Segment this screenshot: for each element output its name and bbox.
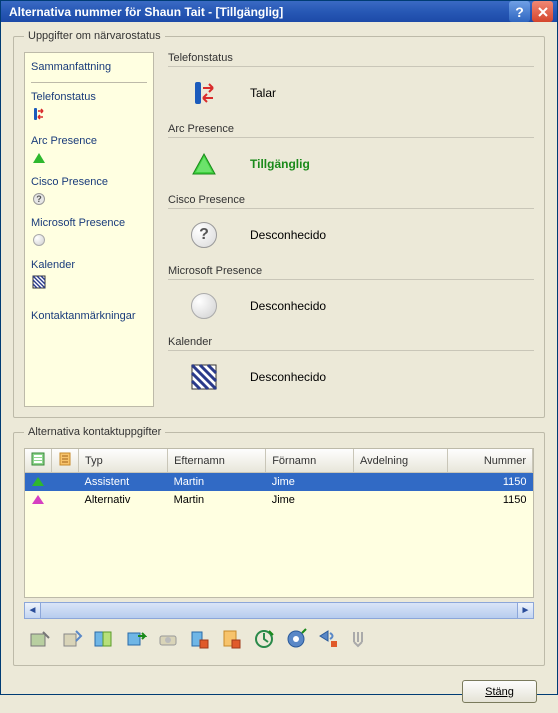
help-button[interactable]: ? xyxy=(509,1,530,22)
microsoft-group-label: Microsoft Presence xyxy=(168,265,534,277)
presence-details: Telefonstatus Talar xyxy=(164,52,534,407)
tool-icon-9[interactable] xyxy=(284,627,308,651)
kalender-icon xyxy=(31,274,47,290)
close-button[interactable]: Stäng xyxy=(462,680,537,703)
close-window-button[interactable] xyxy=(532,1,553,22)
alt-contacts-table: Typ Efternamn Förnamn Avdelning Nummer A… xyxy=(25,449,533,509)
sidebar-item-notes[interactable]: Kontaktanmärkningar xyxy=(31,310,147,322)
row-avdelning xyxy=(353,473,447,491)
sidebar-summary-item[interactable]: Sammanfattning xyxy=(31,61,147,73)
tool-icon-6[interactable] xyxy=(188,627,212,651)
row-nummer: 1150 xyxy=(448,473,533,491)
presence-group-label: Uppgifter om närvarostatus xyxy=(24,30,165,42)
row-avdelning xyxy=(353,491,447,509)
alt-contacts-table-wrap: Typ Efternamn Förnamn Avdelning Nummer A… xyxy=(24,448,534,598)
titlebar: Alternativa nummer för Shaun Tait - [Til… xyxy=(1,1,557,22)
tool-icon-7[interactable] xyxy=(220,627,244,651)
window-title: Alternativa nummer för Shaun Tait - [Til… xyxy=(9,5,507,19)
scroll-track[interactable] xyxy=(41,602,517,619)
row-presence-icon xyxy=(25,491,52,509)
tool-icon-8[interactable] xyxy=(252,627,276,651)
microsoft-presence-icon xyxy=(31,232,47,248)
row-nummer: 1150 xyxy=(448,491,533,509)
col-icon2[interactable] xyxy=(52,449,79,473)
sidebar-item-arc[interactable]: Arc Presence xyxy=(31,135,147,147)
alt-contacts-group: Alternativa kontaktuppgifter Typ Efte xyxy=(13,426,545,666)
tool-icon-4[interactable] xyxy=(124,627,148,651)
cisco-big-icon: ? xyxy=(188,219,220,251)
col-icon1[interactable] xyxy=(25,449,52,473)
row-note-icon xyxy=(52,491,79,509)
sidebar-item-telefonstatus[interactable]: Telefonstatus xyxy=(31,91,147,103)
col-efternamn[interactable]: Efternamn xyxy=(168,449,266,473)
kalender-big-icon xyxy=(188,361,220,393)
row-efternamn: Martin xyxy=(168,491,266,509)
row-fornamn: Jime xyxy=(266,491,354,509)
scroll-left-button[interactable]: ◄ xyxy=(24,602,41,619)
horizontal-scrollbar[interactable]: ◄ ► xyxy=(24,602,534,619)
presence-group: Uppgifter om närvarostatus Sammanfattnin… xyxy=(13,30,545,418)
table-row[interactable]: AlternativMartinJime 1150 xyxy=(25,491,533,509)
cisco-presence-icon: ? xyxy=(31,191,47,207)
microsoft-big-icon xyxy=(188,290,220,322)
table-row[interactable]: AssistentMartinJime 1150 xyxy=(25,473,533,491)
arc-group-label: Arc Presence xyxy=(168,123,534,135)
sidebar-item-kalender[interactable]: Kalender xyxy=(31,259,147,271)
tool-icon-1[interactable] xyxy=(28,627,52,651)
microsoft-status-value: Desconhecido xyxy=(250,299,326,313)
row-fornamn: Jime xyxy=(266,473,354,491)
sidebar-item-cisco[interactable]: Cisco Presence xyxy=(31,176,147,188)
row-typ: Assistent xyxy=(79,473,168,491)
col-avdelning[interactable]: Avdelning xyxy=(353,449,447,473)
tool-icon-2[interactable] xyxy=(60,627,84,651)
col-nummer[interactable]: Nummer xyxy=(448,449,533,473)
arc-status-value: Tillgänglig xyxy=(250,157,310,171)
row-efternamn: Martin xyxy=(168,473,266,491)
kalender-status-value: Desconhecido xyxy=(250,370,326,384)
scroll-right-button[interactable]: ► xyxy=(517,602,534,619)
arc-big-icon xyxy=(188,148,220,180)
tool-icon-3[interactable] xyxy=(92,627,116,651)
arc-presence-icon xyxy=(31,150,47,166)
dialog-window: Alternativa nummer för Shaun Tait - [Til… xyxy=(0,0,558,695)
alt-contacts-label: Alternativa kontaktuppgifter xyxy=(24,426,165,438)
col-typ[interactable]: Typ xyxy=(79,449,168,473)
kalender-group-label: Kalender xyxy=(168,336,534,348)
telefon-icon xyxy=(31,106,47,122)
tool-icon-5[interactable] xyxy=(156,627,180,651)
col-fornamn[interactable]: Förnamn xyxy=(266,449,354,473)
tool-icon-11[interactable] xyxy=(348,627,372,651)
row-typ: Alternativ xyxy=(79,491,168,509)
telefon-group-label: Telefonstatus xyxy=(168,52,534,64)
telefon-big-icon xyxy=(188,77,220,109)
cisco-group-label: Cisco Presence xyxy=(168,194,534,206)
action-toolbar xyxy=(24,619,534,655)
cisco-status-value: Desconhecido xyxy=(250,228,326,242)
row-presence-icon xyxy=(25,473,52,491)
sidebar-item-microsoft[interactable]: Microsoft Presence xyxy=(31,217,147,229)
row-note-icon xyxy=(52,473,79,491)
telefon-status-value: Talar xyxy=(250,86,276,100)
presence-sidebar: Sammanfattning Telefonstatus xyxy=(24,52,154,407)
tool-icon-10[interactable] xyxy=(316,627,340,651)
